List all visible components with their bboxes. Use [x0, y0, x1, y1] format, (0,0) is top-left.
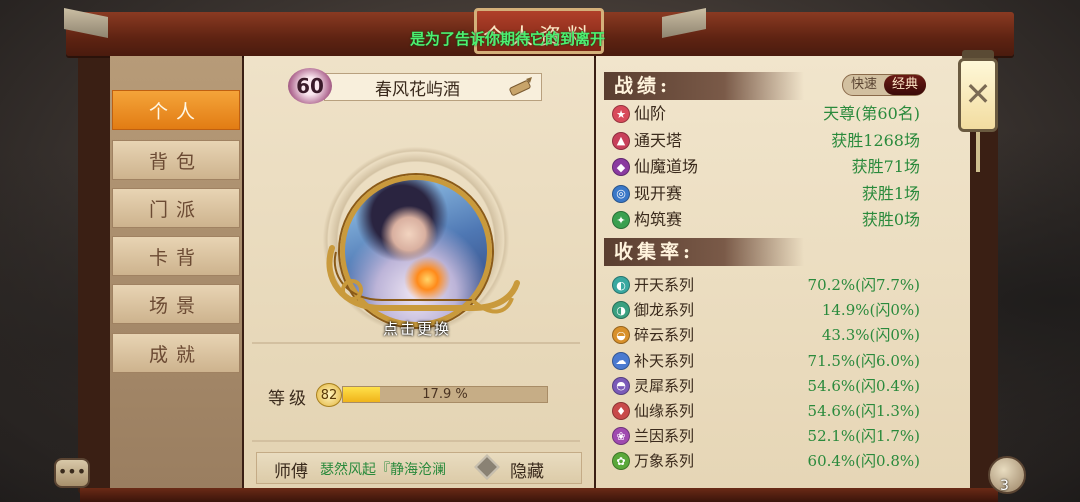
- nav-item-scene[interactable]: 场景: [112, 284, 240, 324]
- stat-label: 补天系列: [634, 351, 695, 370]
- stat-label: 仙缘系列: [634, 402, 695, 420]
- stat-row: ♦ 仙缘系列 54.6%(闪1.3%): [612, 399, 932, 423]
- edit-name-icon[interactable]: [508, 76, 534, 98]
- nav-item-label: 场景: [148, 294, 203, 317]
- stat-row: ◎ 现开赛 获胜1场: [612, 182, 932, 206]
- stat-value: 获胜1268场: [831, 130, 920, 150]
- stat-value: 43.3%(闪0%): [821, 326, 920, 345]
- stat-value: 60.4%(闪0.8%): [807, 452, 920, 471]
- record-section-title: 战绩:: [604, 72, 804, 100]
- kaitian-icon: ◐: [612, 276, 630, 294]
- suiyun-icon: ◒: [612, 326, 630, 345]
- player-name: 春风花屿酒: [375, 79, 460, 100]
- demon-arena-icon: ◆: [612, 158, 630, 176]
- stat-value: 获胜0场: [861, 210, 920, 229]
- stat-label: 万象系列: [634, 452, 695, 471]
- stat-label: 仙魔道场: [634, 157, 699, 176]
- stat-row: ✦ 构筑赛 获胜0场: [612, 208, 932, 232]
- stat-row: ❀ 兰因系列 52.1%(闪1.7%): [612, 424, 932, 448]
- lingxi-icon: ◓: [612, 376, 630, 395]
- wanxiang-icon: ✿: [612, 452, 630, 471]
- stat-value: 71.5%(闪6.0%): [807, 351, 920, 370]
- stat-value: 70.2%(闪7.7%): [807, 276, 920, 294]
- stat-value: 14.9%(闪0%): [821, 301, 920, 320]
- nav-item-card-back[interactable]: 卡背: [112, 236, 240, 276]
- stat-label: 御龙系列: [634, 301, 695, 320]
- master-name[interactable]: 瑟然风起『静海沧澜: [320, 459, 446, 479]
- stat-row: ◆ 仙魔道场 获胜71场: [612, 155, 932, 179]
- stat-value: 获胜71场: [851, 157, 920, 176]
- mode-toggle[interactable]: 快速 经典: [842, 74, 926, 96]
- lantern-tassel: [976, 132, 980, 172]
- grade-label: 等级: [268, 389, 310, 409]
- stat-value: 54.6%(闪1.3%): [807, 402, 920, 420]
- portrait-ornament: [326, 245, 520, 314]
- stat-label: 现开赛: [634, 183, 683, 203]
- nav-item-achievement[interactable]: 成就: [112, 333, 240, 373]
- nav-item-label: 背包: [148, 150, 203, 173]
- hide-label[interactable]: 隐藏: [510, 457, 544, 482]
- frame-corner-left: [64, 8, 108, 38]
- collection-section-title: 收集率:: [604, 238, 804, 266]
- master-label: 师傅: [274, 462, 308, 482]
- frame-corner-right: [662, 8, 706, 38]
- stat-label: 灵犀系列: [634, 376, 695, 395]
- stat-row: ◒ 碎云系列 43.3%(闪0%): [612, 323, 932, 347]
- build-match-icon: ✦: [612, 211, 630, 229]
- stat-label: 碎云系列: [634, 326, 695, 345]
- bag-count-badge: 3: [1000, 478, 1009, 494]
- nav-item-label: 卡背: [148, 246, 203, 269]
- grade-value: 82: [316, 383, 342, 407]
- mode-classic-option[interactable]: 经典: [884, 75, 926, 95]
- bottom-frame: [80, 488, 998, 502]
- stat-value: 52.1%(闪1.7%): [807, 427, 920, 446]
- stat-label: 兰因系列: [634, 427, 695, 446]
- change-portrait-button[interactable]: 点击更换: [380, 318, 454, 339]
- lanyin-icon: ❀: [612, 427, 630, 446]
- exp-percent: 17.9 %: [422, 387, 468, 402]
- tower-icon: ▲: [612, 131, 630, 150]
- stat-value: 获胜1场: [861, 183, 920, 203]
- stat-label: 构筑赛: [634, 210, 683, 229]
- stat-row: ◓ 灵犀系列 54.6%(闪0.4%): [612, 374, 932, 398]
- stat-row: ◐ 开天系列 70.2%(闪7.7%): [612, 273, 932, 297]
- stat-label: 仙阶: [634, 104, 667, 123]
- nav-item-sect[interactable]: 门派: [112, 188, 240, 228]
- nav-item-label: 门派: [148, 198, 203, 221]
- nav-item-label: 成就: [148, 343, 203, 366]
- divider: [252, 342, 580, 344]
- divider: [252, 440, 580, 442]
- star-icon: ★: [612, 105, 630, 123]
- player-level-badge: 60: [288, 68, 332, 104]
- close-icon[interactable]: ✕: [958, 72, 998, 116]
- stat-value: 54.6%(闪0.4%): [807, 376, 920, 395]
- nav-item-label: 个人: [148, 100, 203, 123]
- yulong-icon: ◑: [612, 301, 630, 320]
- exp-bar: 17.9 %: [342, 386, 548, 403]
- open-match-icon: ◎: [612, 184, 630, 203]
- stat-row: ☁ 补天系列 71.5%(闪6.0%): [612, 349, 932, 373]
- player-level: 60: [296, 74, 324, 98]
- butian-icon: ☁: [612, 351, 630, 370]
- scrolling-notice: 是为了告诉你期待它的到离开: [410, 30, 606, 48]
- stat-row: ✿ 万象系列 60.4%(闪0.8%): [612, 449, 932, 473]
- stat-row: ▲ 通天塔 获胜1268场: [612, 129, 932, 153]
- xianyuan-icon: ♦: [612, 402, 630, 420]
- stat-value: 天尊(第60名): [823, 104, 920, 123]
- stat-label: 开天系列: [634, 276, 695, 294]
- chat-icon[interactable]: •••: [54, 458, 90, 488]
- nav-item-personal[interactable]: 个人: [112, 90, 240, 130]
- nav-item-bag[interactable]: 背包: [112, 140, 240, 180]
- stat-label: 通天塔: [634, 130, 683, 150]
- mode-fast-option[interactable]: 快速: [843, 75, 885, 95]
- stat-row: ★ 仙阶 天尊(第60名): [612, 102, 932, 126]
- stat-row: ◑ 御龙系列 14.9%(闪0%): [612, 298, 932, 322]
